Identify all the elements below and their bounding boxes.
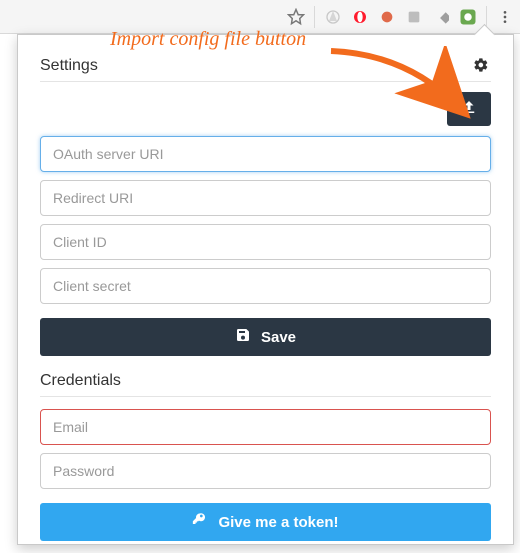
import-config-button[interactable]	[447, 92, 491, 126]
extension-icon-5[interactable]	[432, 8, 450, 26]
settings-header: Settings	[40, 57, 491, 82]
toolbar-separator	[486, 6, 487, 28]
client-id-input[interactable]	[40, 224, 491, 260]
extension-popup: Settings Save Credentials	[17, 34, 514, 545]
gear-icon[interactable]	[473, 57, 491, 75]
get-token-button[interactable]: Give me a token!	[40, 503, 491, 541]
extension-icon-1[interactable]	[324, 8, 342, 26]
toolbar-separator	[314, 6, 315, 28]
save-button[interactable]: Save	[40, 318, 491, 356]
extension-icon-active[interactable]	[459, 8, 477, 26]
email-input[interactable]	[40, 409, 491, 445]
upload-icon	[460, 98, 478, 121]
extension-icon-3[interactable]	[378, 8, 396, 26]
save-button-label: Save	[261, 329, 296, 346]
credentials-title: Credentials	[40, 372, 491, 397]
extension-icon-2[interactable]	[351, 8, 369, 26]
menu-icon[interactable]	[496, 8, 514, 26]
upload-row	[40, 92, 491, 126]
star-icon[interactable]	[287, 8, 305, 26]
get-token-button-label: Give me a token!	[218, 514, 338, 531]
extension-icon-4[interactable]	[405, 8, 423, 26]
key-icon	[192, 512, 208, 532]
settings-title: Settings	[40, 57, 98, 75]
oauth-server-uri-input[interactable]	[40, 136, 491, 172]
browser-toolbar	[0, 0, 520, 34]
redirect-uri-input[interactable]	[40, 180, 491, 216]
client-secret-input[interactable]	[40, 268, 491, 304]
save-icon	[235, 327, 251, 347]
password-input[interactable]	[40, 453, 491, 489]
